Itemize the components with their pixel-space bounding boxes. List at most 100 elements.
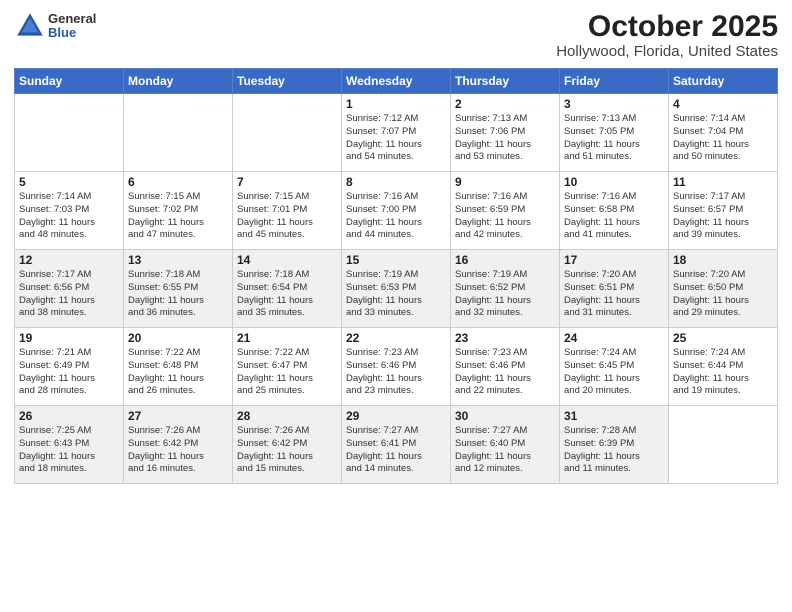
day-info: Sunrise: 7:20 AM Sunset: 6:51 PM Dayligh… [564, 269, 664, 320]
calendar-week-5: 26 Sunrise: 7:25 AM Sunset: 6:43 PM Dayli… [15, 406, 778, 484]
table-row: 12 Sunrise: 7:17 AM Sunset: 6:56 PM Dayli… [15, 250, 124, 328]
day-info: Sunrise: 7:23 AM Sunset: 6:46 PM Dayligh… [455, 347, 555, 398]
logo-blue-text: Blue [48, 26, 96, 40]
day-info: Sunrise: 7:22 AM Sunset: 6:47 PM Dayligh… [237, 347, 337, 398]
day-number: 27 [128, 409, 228, 423]
day-number: 2 [455, 97, 555, 111]
col-sunday: Sunday [15, 69, 124, 94]
table-row: 17Sunrise: 7:20 AM Sunset: 6:51 PM Dayli… [560, 250, 669, 328]
col-friday: Friday [560, 69, 669, 94]
col-monday: Monday [124, 69, 233, 94]
day-number: 29 [346, 409, 446, 423]
table-row: 3 Sunrise: 7:13 AM Sunset: 7:05 PM Daylig… [560, 94, 669, 172]
day-info: Sunrise: 7:16 AM Sunset: 6:58 PM Dayligh… [564, 191, 664, 242]
day-info: Sunrise: 7:15 AM Sunset: 7:01 PM Dayligh… [237, 191, 337, 242]
day-info: Sunrise: 7:18 AM Sunset: 6:55 PM Dayligh… [128, 269, 228, 320]
col-saturday: Saturday [669, 69, 778, 94]
logo-icon [14, 10, 46, 42]
calendar-subtitle: Hollywood, Florida, United States [556, 43, 778, 60]
table-row: 1Sunrise: 7:12 AM Sunset: 7:07 PM Daylig… [342, 94, 451, 172]
day-number: 23 [455, 331, 555, 345]
table-row: 20 Sunrise: 7:22 AM Sunset: 6:48 PM Dayli… [124, 328, 233, 406]
table-row [669, 406, 778, 484]
day-number: 30 [455, 409, 555, 423]
day-number: 10 [564, 175, 664, 189]
day-number: 6 [128, 175, 228, 189]
day-info: Sunrise: 7:24 AM Sunset: 6:44 PM Dayligh… [673, 347, 773, 398]
day-info: Sunrise: 7:21 AM Sunset: 6:49 PM Dayligh… [19, 347, 119, 398]
col-thursday: Thursday [451, 69, 560, 94]
day-info: Sunrise: 7:17 AM Sunset: 6:57 PM Dayligh… [673, 191, 773, 242]
table-row [233, 94, 342, 172]
logo-text: General Blue [48, 12, 96, 41]
day-info: Sunrise: 7:13 AM Sunset: 7:06 PM Dayligh… [455, 113, 555, 164]
day-number: 5 [19, 175, 119, 189]
table-row: 13 Sunrise: 7:18 AM Sunset: 6:55 PM Dayli… [124, 250, 233, 328]
table-row: 10 Sunrise: 7:16 AM Sunset: 6:58 PM Dayli… [560, 172, 669, 250]
day-info: Sunrise: 7:18 AM Sunset: 6:54 PM Dayligh… [237, 269, 337, 320]
table-row: 2 Sunrise: 7:13 AM Sunset: 7:06 PM Daylig… [451, 94, 560, 172]
day-info: Sunrise: 7:25 AM Sunset: 6:43 PM Dayligh… [19, 425, 119, 476]
day-info: Sunrise: 7:22 AM Sunset: 6:48 PM Dayligh… [128, 347, 228, 398]
table-row: 18 Sunrise: 7:20 AM Sunset: 6:50 PM Dayli… [669, 250, 778, 328]
table-row: 25 Sunrise: 7:24 AM Sunset: 6:44 PM Dayli… [669, 328, 778, 406]
calendar-week-4: 19Sunrise: 7:21 AM Sunset: 6:49 PM Dayli… [15, 328, 778, 406]
table-row: 16 Sunrise: 7:19 AM Sunset: 6:52 PM Dayli… [451, 250, 560, 328]
page-container: General Blue October 2025 Hollywood, Flo… [0, 0, 792, 494]
day-info: Sunrise: 7:16 AM Sunset: 7:00 PM Dayligh… [346, 191, 446, 242]
table-row: 23 Sunrise: 7:23 AM Sunset: 6:46 PM Dayli… [451, 328, 560, 406]
day-info: Sunrise: 7:27 AM Sunset: 6:40 PM Dayligh… [455, 425, 555, 476]
day-number: 13 [128, 253, 228, 267]
day-info: Sunrise: 7:14 AM Sunset: 7:04 PM Dayligh… [673, 113, 773, 164]
table-row [15, 94, 124, 172]
day-info: Sunrise: 7:27 AM Sunset: 6:41 PM Dayligh… [346, 425, 446, 476]
day-number: 25 [673, 331, 773, 345]
calendar-week-1: 1Sunrise: 7:12 AM Sunset: 7:07 PM Daylig… [15, 94, 778, 172]
title-block: October 2025 Hollywood, Florida, United … [556, 10, 778, 60]
day-number: 15 [346, 253, 446, 267]
calendar-week-3: 12 Sunrise: 7:17 AM Sunset: 6:56 PM Dayli… [15, 250, 778, 328]
table-row [124, 94, 233, 172]
day-number: 11 [673, 175, 773, 189]
day-number: 12 [19, 253, 119, 267]
day-info: Sunrise: 7:19 AM Sunset: 6:53 PM Dayligh… [346, 269, 446, 320]
day-number: 20 [128, 331, 228, 345]
day-number: 8 [346, 175, 446, 189]
day-info: Sunrise: 7:15 AM Sunset: 7:02 PM Dayligh… [128, 191, 228, 242]
day-info: Sunrise: 7:19 AM Sunset: 6:52 PM Dayligh… [455, 269, 555, 320]
day-info: Sunrise: 7:17 AM Sunset: 6:56 PM Dayligh… [19, 269, 119, 320]
table-row: 29 Sunrise: 7:27 AM Sunset: 6:41 PM Dayli… [342, 406, 451, 484]
col-wednesday: Wednesday [342, 69, 451, 94]
day-number: 28 [237, 409, 337, 423]
table-row: 30 Sunrise: 7:27 AM Sunset: 6:40 PM Dayli… [451, 406, 560, 484]
day-number: 1 [346, 97, 446, 111]
logo-general-text: General [48, 12, 96, 26]
calendar-header-row: Sunday Monday Tuesday Wednesday Thursday… [15, 69, 778, 94]
calendar-title: October 2025 [556, 10, 778, 43]
day-info: Sunrise: 7:20 AM Sunset: 6:50 PM Dayligh… [673, 269, 773, 320]
day-number: 4 [673, 97, 773, 111]
table-row: 31Sunrise: 7:28 AM Sunset: 6:39 PM Dayli… [560, 406, 669, 484]
day-number: 22 [346, 331, 446, 345]
day-number: 24 [564, 331, 664, 345]
table-row: 8 Sunrise: 7:16 AM Sunset: 7:00 PM Daylig… [342, 172, 451, 250]
table-row: 28Sunrise: 7:26 AM Sunset: 6:42 PM Dayli… [233, 406, 342, 484]
table-row: 26 Sunrise: 7:25 AM Sunset: 6:43 PM Dayli… [15, 406, 124, 484]
day-info: Sunrise: 7:13 AM Sunset: 7:05 PM Dayligh… [564, 113, 664, 164]
table-row: 11 Sunrise: 7:17 AM Sunset: 6:57 PM Dayli… [669, 172, 778, 250]
day-number: 3 [564, 97, 664, 111]
table-row: 19Sunrise: 7:21 AM Sunset: 6:49 PM Dayli… [15, 328, 124, 406]
calendar-table: Sunday Monday Tuesday Wednesday Thursday… [14, 68, 778, 484]
table-row: 14Sunrise: 7:18 AM Sunset: 6:54 PM Dayli… [233, 250, 342, 328]
day-number: 7 [237, 175, 337, 189]
table-row: 7 Sunrise: 7:15 AM Sunset: 7:01 PM Daylig… [233, 172, 342, 250]
table-row: 21Sunrise: 7:22 AM Sunset: 6:47 PM Dayli… [233, 328, 342, 406]
day-number: 9 [455, 175, 555, 189]
day-number: 18 [673, 253, 773, 267]
table-row: 22Sunrise: 7:23 AM Sunset: 6:46 PM Dayli… [342, 328, 451, 406]
day-number: 16 [455, 253, 555, 267]
table-row: 6 Sunrise: 7:15 AM Sunset: 7:02 PM Daylig… [124, 172, 233, 250]
calendar-week-2: 5Sunrise: 7:14 AM Sunset: 7:03 PM Daylig… [15, 172, 778, 250]
table-row: 9Sunrise: 7:16 AM Sunset: 6:59 PM Daylig… [451, 172, 560, 250]
day-number: 26 [19, 409, 119, 423]
